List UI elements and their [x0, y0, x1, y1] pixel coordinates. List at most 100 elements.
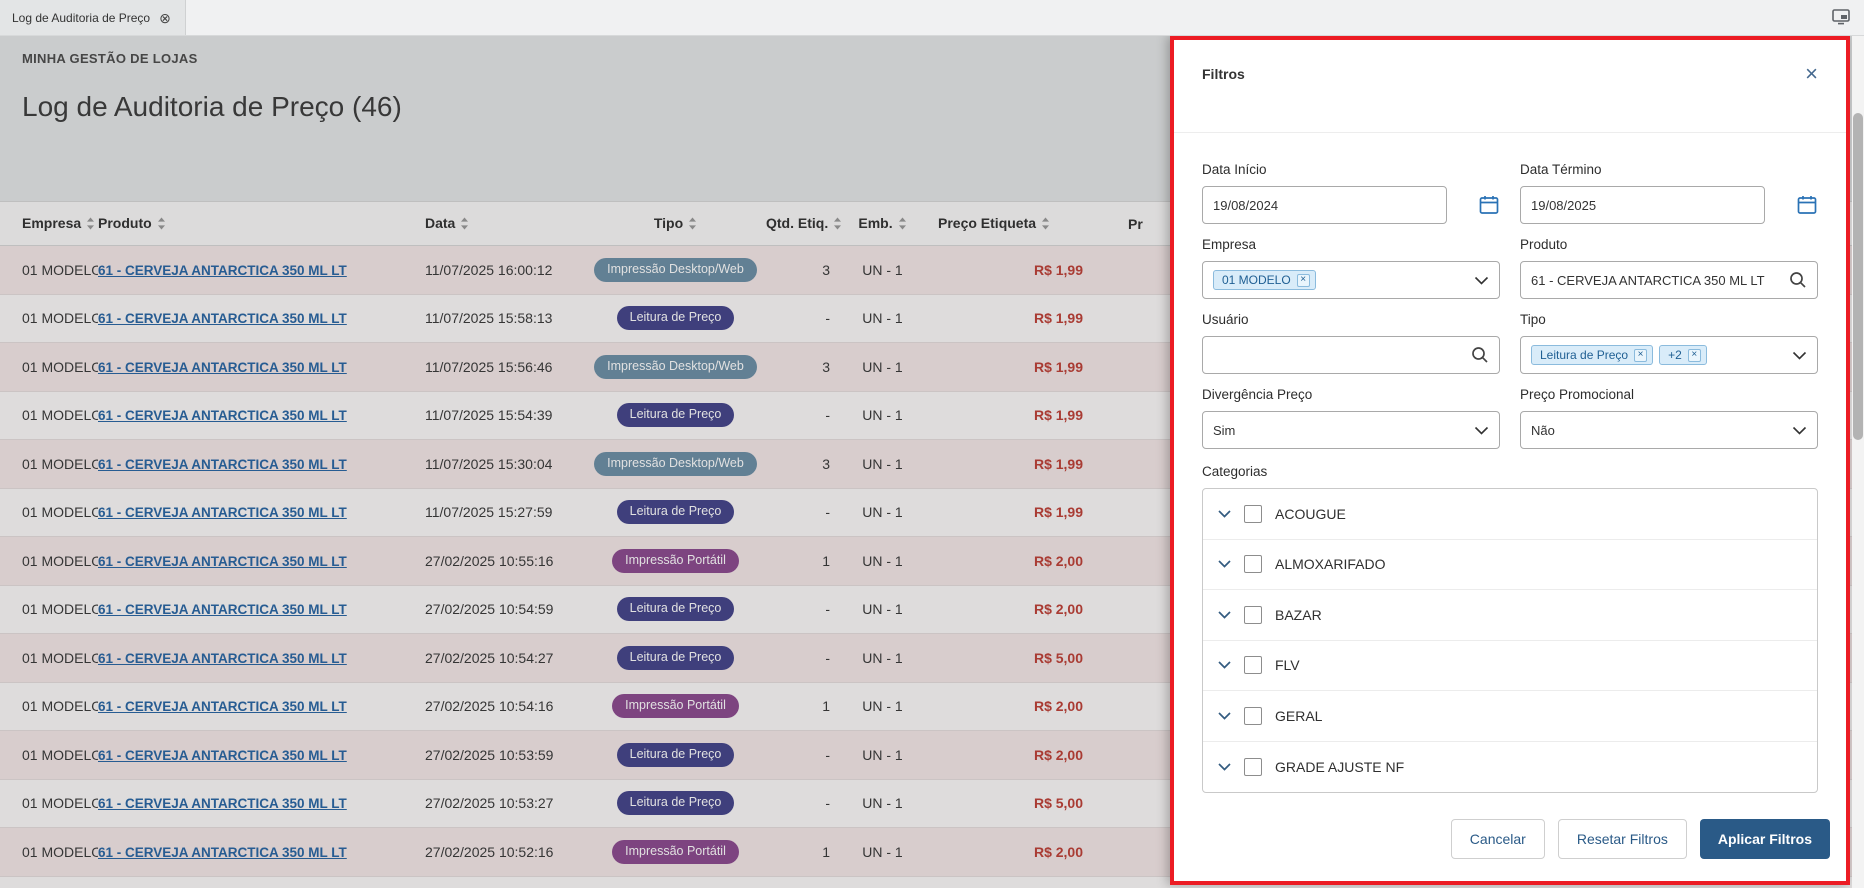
product-link[interactable]: 61 - CERVEJA ANTARCTICA 350 ML LT [98, 408, 347, 423]
cell-tipo: Leitura de Preço [585, 876, 766, 888]
chevron-down-icon[interactable] [1218, 712, 1231, 720]
cell-produto: 61 - CERVEJA ANTARCTICA 350 ML LT [98, 585, 425, 634]
category-row[interactable]: ALMOXARIFADO [1203, 540, 1817, 590]
category-label: ALMOXARIFADO [1275, 556, 1386, 573]
empresa-select[interactable]: 01 MODELO × [1202, 261, 1500, 299]
browser-tab[interactable]: Log de Auditoria de Preço ⊗ [0, 0, 186, 35]
sort-icon[interactable] [833, 217, 842, 233]
category-row[interactable]: ACOUGUE [1203, 489, 1817, 540]
cell-qtd: 3 [766, 342, 844, 392]
tab-close-icon[interactable]: ⊗ [159, 11, 171, 25]
chevron-down-icon[interactable] [1474, 426, 1489, 435]
calendar-icon[interactable] [1478, 194, 1500, 216]
cell-tipo: Leitura de Preço [585, 294, 766, 343]
search-icon[interactable] [1471, 346, 1489, 364]
field-produto: Produto 61 - CERVEJA ANTARCTICA 350 ML L… [1520, 237, 1818, 299]
divergencia-select[interactable]: Sim [1202, 411, 1500, 449]
column-header-empresa[interactable]: Empresa [0, 201, 98, 246]
category-checkbox[interactable] [1244, 504, 1262, 523]
data-termino-input[interactable]: 19/08/2025 [1520, 186, 1765, 224]
cell-produto: 61 - CERVEJA ANTARCTICA 350 ML LT [98, 294, 425, 343]
category-checkbox[interactable] [1244, 656, 1262, 675]
chevron-down-icon[interactable] [1218, 661, 1231, 669]
category-checkbox[interactable] [1244, 757, 1262, 776]
apply-filters-button[interactable]: Aplicar Filtros [1699, 819, 1830, 859]
chevron-down-icon[interactable] [1218, 611, 1231, 619]
sort-icon[interactable] [1041, 217, 1050, 233]
cell-empresa: 01 MODELO [0, 682, 98, 731]
cell-tipo: Leitura de Preço [585, 633, 766, 683]
sort-icon[interactable] [157, 217, 166, 233]
product-link[interactable]: 61 - CERVEJA ANTARCTICA 350 ML LT [98, 651, 347, 666]
chevron-down-icon[interactable] [1792, 351, 1807, 360]
cell-emb: UN - 1 [844, 682, 921, 731]
cell-preco: R$ 1,99 [921, 245, 1093, 295]
category-label: GERAL [1275, 707, 1323, 724]
chevron-down-icon[interactable] [1792, 426, 1807, 435]
search-icon[interactable] [1789, 271, 1807, 289]
chip-remove-icon[interactable]: × [1687, 348, 1701, 362]
product-link[interactable]: 61 - CERVEJA ANTARCTICA 350 ML LT [98, 845, 347, 860]
cell-tipo: Leitura de Preço [585, 585, 766, 634]
tipo-select[interactable]: Leitura de Preço × +2 × [1520, 336, 1818, 374]
product-link[interactable]: 61 - CERVEJA ANTARCTICA 350 ML LT [98, 602, 347, 617]
chip-remove-icon[interactable]: × [1296, 273, 1310, 287]
tipo-chips: Leitura de Preço × +2 × [1531, 345, 1713, 365]
cell-data: 27/02/2025 10:55:16 [425, 536, 585, 586]
tipo-badge: Impressão Portátil [612, 548, 739, 573]
usuario-input[interactable] [1202, 336, 1500, 374]
close-icon[interactable]: × [1805, 63, 1818, 85]
category-row[interactable]: GRADE AJUSTE NF [1203, 742, 1817, 793]
product-link[interactable]: 61 - CERVEJA ANTARCTICA 350 ML LT [98, 457, 347, 472]
sort-icon[interactable] [460, 217, 469, 233]
scrollbar-thumb[interactable] [1853, 113, 1863, 440]
cancel-button[interactable]: Cancelar [1450, 819, 1545, 859]
reset-filters-button[interactable]: Resetar Filtros [1557, 819, 1687, 859]
column-header-produto[interactable]: Produto [98, 201, 425, 246]
cell-data: 27/02/2025 10:53:27 [425, 779, 585, 828]
column-header-preco[interactable]: Preço Etiqueta [921, 201, 1093, 246]
sort-icon[interactable] [898, 217, 907, 233]
field-data-inicio: Data Início 19/08/2024 [1202, 162, 1500, 224]
vertical-scrollbar[interactable] [1852, 36, 1864, 888]
chevron-down-icon[interactable] [1218, 510, 1231, 518]
cell-data: 27/02/2025 10:54:16 [425, 682, 585, 731]
column-header-emb[interactable]: Emb. [844, 201, 921, 246]
column-header-data[interactable]: Data [425, 201, 585, 246]
product-link[interactable]: 61 - CERVEJA ANTARCTICA 350 ML LT [98, 796, 347, 811]
product-link[interactable]: 61 - CERVEJA ANTARCTICA 350 ML LT [98, 360, 347, 375]
category-checkbox[interactable] [1244, 706, 1262, 725]
sort-icon[interactable] [86, 217, 95, 233]
produto-input[interactable]: 61 - CERVEJA ANTARCTICA 350 ML LT [1520, 261, 1818, 299]
category-label: ACOUGUE [1275, 505, 1346, 522]
category-row[interactable]: GERAL [1203, 691, 1817, 742]
cell-tipo: Impressão Portátil [585, 827, 766, 877]
product-link[interactable]: 61 - CERVEJA ANTARCTICA 350 ML LT [98, 505, 347, 520]
column-header-qtd[interactable]: Qtd. Etiq. [766, 201, 844, 246]
cell-tipo: Impressão Desktop/Web [585, 245, 766, 295]
promocional-select[interactable]: Não [1520, 411, 1818, 449]
cell-data: 27/02/2025 10:53:59 [425, 730, 585, 780]
screenshot-tool-icon[interactable] [1830, 7, 1852, 27]
data-inicio-input[interactable]: 19/08/2024 [1202, 186, 1447, 224]
category-checkbox[interactable] [1244, 605, 1262, 624]
category-row[interactable]: BAZAR [1203, 590, 1817, 641]
sort-icon[interactable] [688, 217, 697, 233]
product-link[interactable]: 61 - CERVEJA ANTARCTICA 350 ML LT [98, 699, 347, 714]
chevron-down-icon[interactable] [1474, 276, 1489, 285]
filter-panel-title: Filtros [1202, 66, 1245, 82]
chevron-down-icon[interactable] [1218, 560, 1231, 568]
product-link[interactable]: 61 - CERVEJA ANTARCTICA 350 ML LT [98, 554, 347, 569]
categories-section: Categorias ACOUGUE ALMOXARIFADO BAZAR FLV GE… [1174, 449, 1846, 793]
category-row[interactable]: FLV [1203, 641, 1817, 691]
chip-remove-icon[interactable]: × [1634, 348, 1648, 362]
product-link[interactable]: 61 - CERVEJA ANTARCTICA 350 ML LT [98, 263, 347, 278]
cell-qtd: - [766, 585, 844, 634]
column-header-tipo[interactable]: Tipo [585, 201, 766, 246]
cell-preco: R$ 1,99 [921, 488, 1093, 537]
chevron-down-icon[interactable] [1218, 763, 1231, 771]
product-link[interactable]: 61 - CERVEJA ANTARCTICA 350 ML LT [98, 311, 347, 326]
calendar-icon[interactable] [1796, 194, 1818, 216]
product-link[interactable]: 61 - CERVEJA ANTARCTICA 350 ML LT [98, 748, 347, 763]
category-checkbox[interactable] [1244, 555, 1262, 574]
